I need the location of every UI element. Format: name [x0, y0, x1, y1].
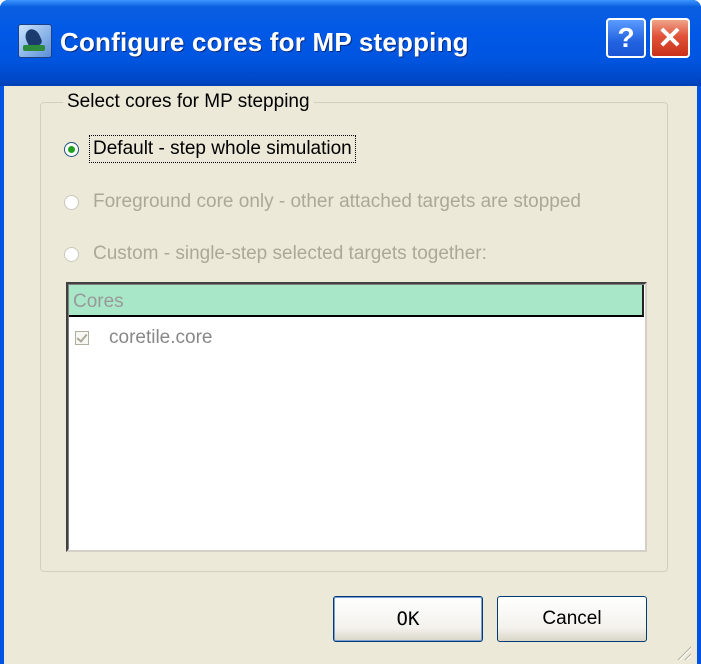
ok-button[interactable]: OK — [333, 596, 483, 642]
radio-button-custom[interactable] — [64, 246, 79, 262]
radio-default-label[interactable]: Default - step whole simulation — [89, 135, 356, 163]
group-legend: Select cores for MP stepping — [63, 91, 314, 113]
cancel-button[interactable]: Cancel — [497, 596, 647, 642]
cores-list[interactable]: Cores coretile.core — [66, 282, 647, 552]
radio-foreground-label[interactable]: Foreground core only - other attached ta… — [93, 191, 581, 213]
cores-header-label: Cores — [73, 291, 124, 312]
dialog-window: Configure cores for MP stepping ? ✕ Sele… — [0, 0, 701, 664]
core-label: coretile.core — [109, 327, 213, 348]
cores-list-frame: Cores coretile.core — [68, 284, 645, 550]
select-cores-group: Select cores for MP stepping Default - s… — [40, 91, 668, 572]
close-icon: ✕ — [657, 21, 683, 55]
app-icon — [18, 24, 52, 58]
cores-column-header[interactable]: Cores — [69, 285, 644, 317]
radio-button-default[interactable] — [64, 141, 79, 157]
radio-custom[interactable]: Custom - single-step selected targets to… — [64, 243, 487, 265]
resize-grip-icon[interactable] — [675, 644, 691, 660]
radio-foreground[interactable]: Foreground core only - other attached ta… — [64, 191, 581, 213]
core-checkbox[interactable] — [75, 331, 89, 345]
radio-button-foreground[interactable] — [64, 194, 79, 210]
title-bar[interactable]: Configure cores for MP stepping ? ✕ — [0, 0, 701, 86]
help-button[interactable]: ? — [606, 18, 646, 58]
window-title: Configure cores for MP stepping — [60, 27, 469, 57]
close-button[interactable]: ✕ — [650, 18, 690, 58]
list-item[interactable]: coretile.core — [75, 327, 213, 349]
radio-default[interactable]: Default - step whole simulation — [64, 135, 356, 163]
help-icon: ? — [617, 22, 635, 53]
radio-custom-label[interactable]: Custom - single-step selected targets to… — [93, 243, 487, 265]
dialog-body: Select cores for MP stepping Default - s… — [4, 86, 697, 664]
